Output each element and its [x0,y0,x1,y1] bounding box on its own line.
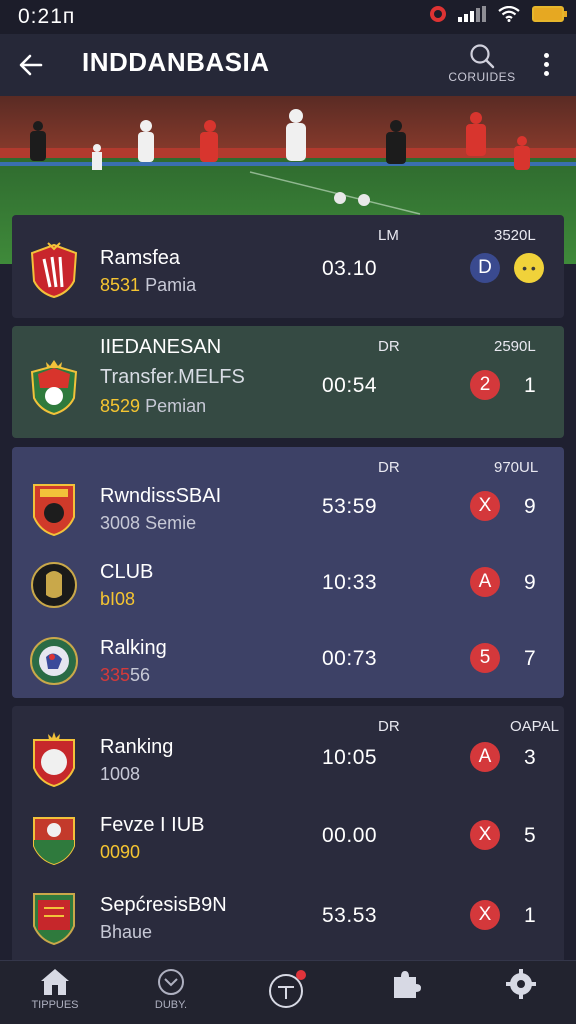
status-icons [430,6,567,22]
score-badge: A [470,567,500,597]
score-badge: X [470,900,500,930]
score-badge: 5 [470,643,500,673]
more-dot-icon [543,62,549,67]
match-time: 53:59 [322,495,378,518]
score-badge: A [470,742,500,772]
score-value: 3 [524,746,536,769]
tee-circle-icon [269,970,306,1008]
list-item[interactable]: Ralking 33556 00:73 5 7 [12,623,564,693]
notification-icon [430,6,446,22]
list-item[interactable]: IIEDANESAN Transfer.MELFS 8529 Pemian 00… [12,336,564,436]
team-detail: Transfer.MELFS [100,366,245,388]
nav-item-center[interactable] [243,967,333,1021]
wifi-icon [498,6,520,22]
more-dot-icon [543,71,549,76]
score-value: 5 [524,824,536,847]
score-value: 7 [524,647,536,670]
score-badge: X [470,820,500,850]
team-crest-icon [30,637,78,685]
settings-icon [506,969,536,999]
chevron-circle-icon [158,969,184,995]
status-badge: D [470,253,500,283]
team-subtitle: Bhaue [100,922,153,942]
back-arrow-icon [19,54,43,76]
search-icon [470,44,495,69]
match-time: 00:73 [322,647,378,670]
back-button[interactable] [14,48,48,82]
match-card[interactable]: DR 2590L IIEDANESAN Transfer.MELFS 8529 … [12,326,564,438]
puzzle-icon [394,971,421,998]
team-subtitle: 3008 Semie [100,513,197,533]
score-value: 1 [524,904,536,927]
team-name: CLUB [100,561,154,583]
status-time: 0:21п [18,5,76,28]
score-value: 9 [524,571,536,594]
match-time: 03.10 [322,257,378,280]
score-badge: 2 [470,370,500,400]
team-subtitle: 1008 [100,764,141,784]
app-bar: INDDANBASIA CORUIDES [0,34,576,96]
nav-item-home[interactable]: TIPPUES [10,967,100,1021]
match-card[interactable]: DR OAPAL Ranking 1008 10:05 A 3 Fevze I … [12,706,564,966]
team-crest-icon [30,242,78,299]
nav-label: DUBY. [154,999,188,1011]
match-time: 10:33 [322,571,378,594]
signal-icon [458,6,486,22]
search-label: CORUIDES [448,70,516,84]
list-item[interactable]: CLUB bI08 10:33 A 9 [12,547,564,617]
score-value: 1 [524,374,536,397]
list-item[interactable]: Fevze I IUB 0090 00.00 X 5 [12,800,564,870]
yellow-status-icon: • • [514,253,544,283]
score-value: 9 [524,495,536,518]
team-name: RwndissSBAI [100,485,222,507]
list-item[interactable]: RwndissSBAI 3008 Semie 53:59 X 9 [12,471,564,541]
home-icon [41,969,69,995]
page-title: INDDANBASIA [82,47,270,77]
nav-item-puzzle[interactable] [360,967,450,1021]
team-crest-icon [33,484,75,537]
team-crest-icon [30,360,78,416]
team-crest-icon [33,817,75,866]
team-name: IIEDANESAN [100,336,222,358]
team-name: Ranking [100,736,174,758]
list-item[interactable]: Ranking 1008 10:05 A 3 [12,722,564,792]
team-crest-icon [33,893,75,946]
score-badge: X [470,491,500,521]
nav-item-settings[interactable] [476,967,566,1021]
status-bar: 0:21п [0,0,576,34]
more-dot-icon [543,53,549,58]
team-subtitle: bI08 [100,589,136,609]
match-card[interactable]: DR 970UL RwndissSBAI 3008 Semie 53:59 X … [12,447,564,698]
match-card[interactable]: LM 3520L Ramsfea 8531 Pamia 03.10 D • • [12,215,564,318]
team-name: Fevze I IUB [100,814,205,836]
match-time: 53.53 [322,904,378,927]
team-name: SepćresisB9N [100,894,227,916]
team-crest-icon [33,732,75,788]
team-name: Ramsfea [100,247,181,269]
match-time: 00:54 [322,374,378,397]
team-subtitle: 8531 Pamia [100,275,197,295]
nav-item-duby[interactable]: DUBY. [126,967,216,1021]
team-subtitle: 8529 Pemian [100,396,207,416]
team-subtitle: 0090 [100,842,141,862]
match-time: 10:05 [322,746,378,769]
bottom-nav: TIPPUES DUBY. [0,960,576,1024]
team-name: Ralking [100,637,167,659]
team-subtitle: 33556 [100,665,151,685]
more-options-button[interactable] [534,50,558,82]
team-crest-icon [31,562,77,608]
list-item[interactable]: Ramsfea 8531 Pamia 03.10 D • • [12,233,564,303]
match-time: 00.00 [322,824,378,847]
nav-label: TIPPUES [31,999,79,1011]
list-item[interactable]: SepćresisB9N Bhaue 53.53 X 1 [12,880,564,950]
battery-icon [532,6,567,22]
search-button[interactable]: CORUIDES [444,42,520,90]
